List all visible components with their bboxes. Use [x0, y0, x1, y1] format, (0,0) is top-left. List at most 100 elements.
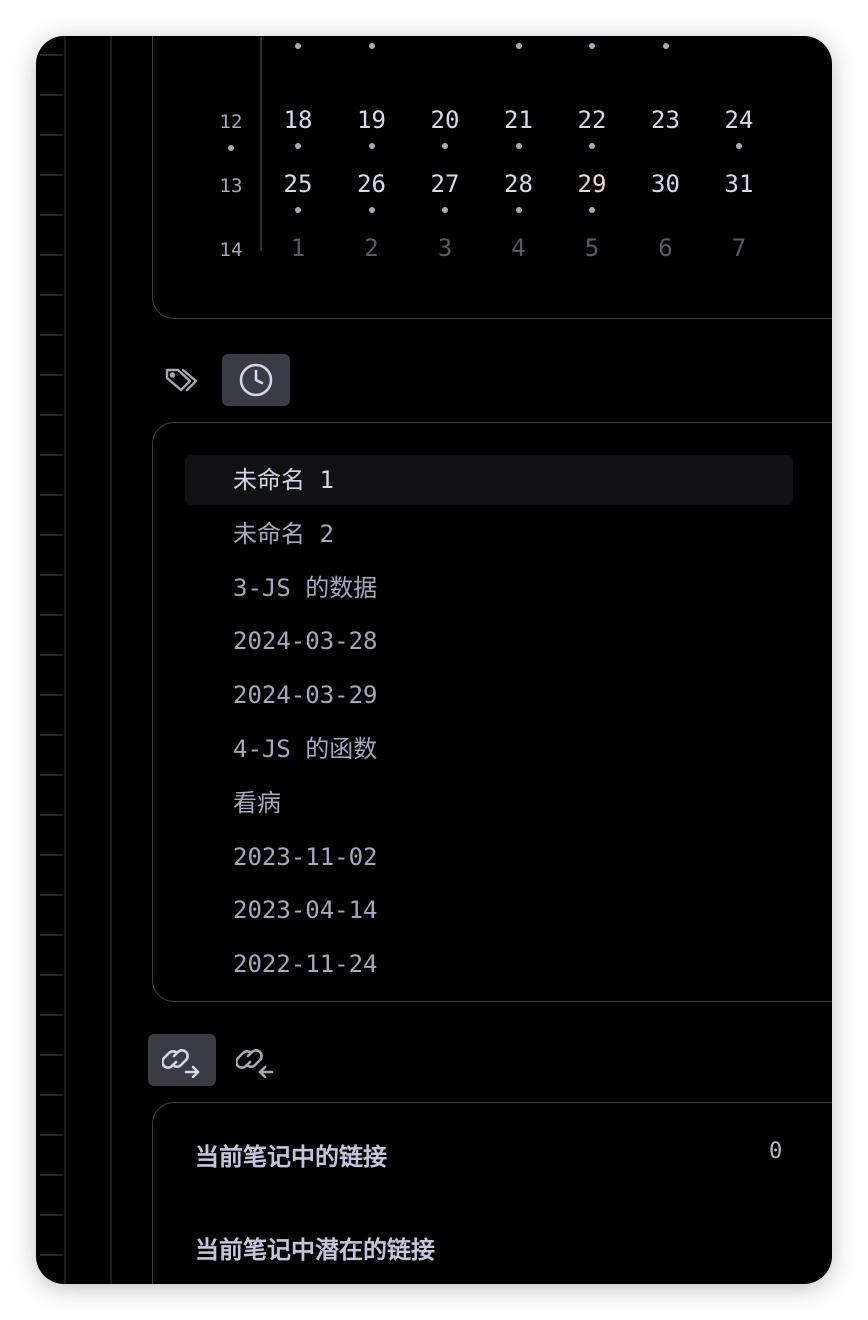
ruler-tick: [40, 374, 62, 376]
week-number[interactable]: 14: [216, 239, 246, 261]
recent-file-item[interactable]: 2023-11-02: [185, 832, 793, 882]
outgoing-links-tab[interactable]: [148, 1034, 216, 1086]
note-exists-dot: [662, 43, 669, 49]
calendar-day[interactable]: 25: [273, 171, 323, 197]
calendar-panel: 12 18 19 20 21 22 23 24 13 25 26 27 28 29 30 31 14 1 2 3 4 5 6…: [152, 36, 832, 319]
calendar-day[interactable]: 22: [567, 107, 617, 133]
ruler-tick: [40, 774, 62, 776]
ruler-tick: [40, 174, 62, 176]
ruler-tick: [40, 574, 62, 576]
sidebar-divider: [110, 36, 112, 1284]
note-exists-dot: [442, 143, 448, 149]
week-number[interactable]: 12: [216, 111, 246, 133]
ruler-tick: [40, 734, 62, 736]
ruler-tick: [40, 694, 62, 696]
recent-file-item[interactable]: 2022-11-24: [185, 939, 793, 989]
calendar-day[interactable]: 23: [641, 107, 691, 133]
ruler-tick: [40, 414, 62, 416]
calendar-day[interactable]: 2: [347, 235, 397, 261]
calendar-day[interactable]: 3: [420, 235, 470, 261]
week-activity-dot: [228, 145, 234, 151]
note-exists-dot: [295, 207, 301, 213]
calendar-day[interactable]: 18: [273, 107, 323, 133]
links-panel: 当前笔记中的链接 0 当前笔记中潜在的链接: [152, 1102, 832, 1284]
ruler-tick: [40, 54, 62, 56]
calendar-day[interactable]: 31: [714, 171, 764, 197]
recent-file-item[interactable]: 看病: [185, 778, 793, 828]
ruler-tick: [40, 254, 62, 256]
clock-icon: [239, 363, 273, 397]
ruler-tick: [40, 334, 62, 336]
tags-icon: [165, 368, 198, 392]
note-exists-dot: [515, 43, 522, 49]
app-window: 12 18 19 20 21 22 23 24 13 25 26 27 28 29 30 31 14 1 2 3 4 5 6…: [36, 36, 832, 1284]
ruler-tick: [40, 974, 62, 976]
calendar-day[interactable]: 30: [641, 171, 691, 197]
ruler-tick: [40, 814, 62, 816]
recent-file-item[interactable]: 2024-03-28: [185, 616, 793, 666]
ruler-tick: [40, 294, 62, 296]
left-gutter-ruler: [36, 36, 64, 1284]
note-exists-dot: [368, 43, 375, 49]
ruler-tick: [40, 654, 62, 656]
ruler-tick: [40, 494, 62, 496]
current-links-header[interactable]: 当前笔记中的链接: [195, 1137, 387, 1172]
ruler-tick: [40, 534, 62, 536]
note-exists-dot: [295, 43, 301, 49]
ruler-tick: [40, 94, 62, 96]
potential-links-header[interactable]: 当前笔记中潜在的链接: [195, 1230, 435, 1265]
note-exists-dot: [589, 207, 595, 213]
calendar-day[interactable]: 7: [714, 235, 764, 261]
note-exists-dot: [515, 207, 522, 213]
calendar-day[interactable]: 1: [273, 235, 323, 261]
note-exists-dot: [589, 143, 595, 149]
week-number[interactable]: 13: [216, 175, 246, 197]
calendar-day[interactable]: 6: [641, 235, 691, 261]
calendar-day[interactable]: 20: [420, 107, 470, 133]
ruler-tick: [40, 1094, 62, 1096]
tags-tab[interactable]: [148, 354, 216, 406]
calendar-day[interactable]: 26: [347, 171, 397, 197]
recent-files-tab[interactable]: [222, 354, 290, 406]
ruler-tick: [40, 1134, 62, 1136]
calendar-day[interactable]: 28: [494, 171, 544, 197]
incoming-link-icon: [236, 1049, 274, 1078]
ruler-tick: [40, 454, 62, 456]
note-exists-dot: [295, 143, 301, 149]
note-exists-dot: [368, 207, 375, 213]
recent-file-item[interactable]: 未命名 2: [185, 509, 793, 559]
ruler-tick: [40, 1214, 62, 1216]
ruler-tick: [40, 614, 62, 616]
calendar-day[interactable]: 21: [494, 107, 544, 133]
calendar-day[interactable]: 24: [714, 107, 764, 133]
calendar-day[interactable]: 27: [420, 171, 470, 197]
ruler-tick: [40, 854, 62, 856]
recent-file-item[interactable]: 3-JS 的数据: [185, 563, 793, 613]
ruler-tick: [40, 1254, 62, 1256]
calendar-day[interactable]: 19: [347, 107, 397, 133]
recent-file-item[interactable]: 2023-04-14: [185, 885, 793, 935]
current-links-count: 0: [769, 1139, 783, 1164]
note-exists-dot: [515, 143, 522, 149]
calendar-day-today[interactable]: 29: [567, 171, 617, 197]
recent-files-panel: 未命名 1 未命名 2 3-JS 的数据 2024-03-28 2024-03-29 4-…: [152, 422, 832, 1002]
note-exists-dot: [368, 143, 375, 149]
note-exists-dot: [736, 143, 742, 149]
recent-file-item[interactable]: 未命名 1: [185, 455, 793, 505]
recent-file-item[interactable]: 4-JS 的函数: [185, 724, 793, 774]
ruler-tick: [40, 214, 62, 216]
ruler-tick: [40, 934, 62, 936]
gutter-divider: [64, 36, 66, 1284]
ruler-tick: [40, 894, 62, 896]
calendar-day[interactable]: 5: [567, 235, 617, 261]
calendar-day[interactable]: 4: [494, 235, 544, 261]
backlinks-tab[interactable]: [222, 1034, 290, 1086]
ruler-tick: [40, 1054, 62, 1056]
ruler-tick: [40, 1174, 62, 1176]
ruler-tick: [40, 1014, 62, 1016]
outgoing-link-icon: [162, 1049, 200, 1078]
note-exists-dot: [442, 207, 448, 213]
recent-file-item[interactable]: 2024-03-29: [185, 670, 793, 720]
week-number-divider: [260, 37, 262, 251]
ruler-tick: [40, 134, 62, 136]
